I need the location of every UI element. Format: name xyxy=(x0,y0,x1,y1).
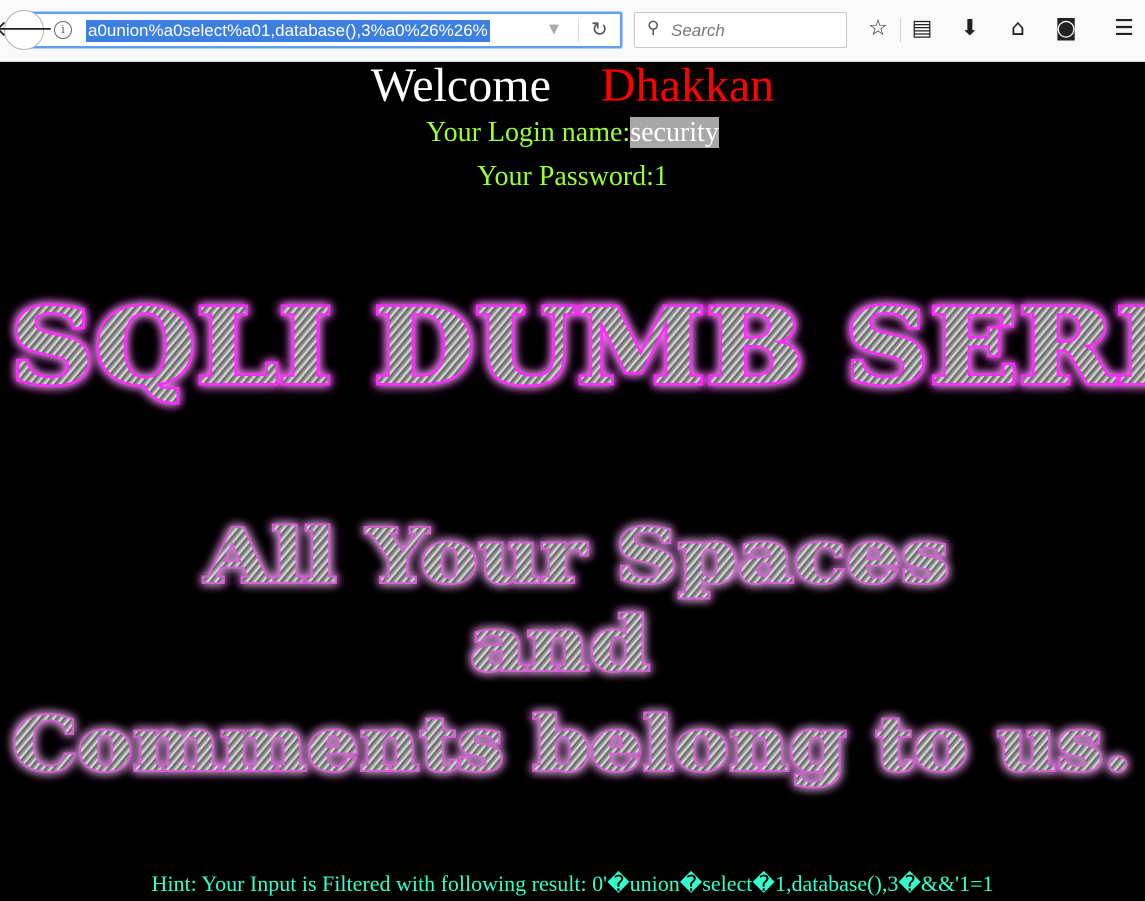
search-icon: ⚲ xyxy=(647,18,660,38)
banner-graphic: SQLI DUMB SERI All Your Spaces and Comme… xyxy=(8,283,1145,791)
slogan-line-3: Comments belong to us. xyxy=(12,702,1132,788)
download-icon[interactable]: ⬇ xyxy=(956,14,984,44)
filter-hint: Hint: Your Input is Filtered with follow… xyxy=(151,871,994,896)
bookmark-star-icon[interactable]: ☆ xyxy=(864,14,892,44)
slogan-line-2: and xyxy=(470,602,650,688)
dropdown-arrow-icon[interactable]: ▼ xyxy=(549,22,559,37)
url-text[interactable]: a0union%a0select%a01,database(),3%a0%26%… xyxy=(86,20,490,42)
banner-title: SQLI DUMB SERI xyxy=(10,285,1145,408)
menu-icon[interactable]: ☰ xyxy=(1110,14,1138,44)
url-bar[interactable]: i a0union%a0select%a01,database(),3%a0%2… xyxy=(30,12,622,48)
back-arrow-icon[interactable]: 🡐 xyxy=(0,10,54,50)
toolbar-divider xyxy=(900,18,901,42)
home-icon[interactable]: ⌂ xyxy=(1004,14,1032,44)
reading-list-icon[interactable]: ▤ xyxy=(908,14,936,44)
pocket-icon[interactable]: ◙ xyxy=(1052,14,1080,44)
slogan-line-1: All Your Spaces xyxy=(203,514,949,600)
reload-icon[interactable]: ↻ xyxy=(591,17,608,41)
url-divider xyxy=(578,18,579,42)
search-placeholder: Search xyxy=(671,21,725,40)
search-input[interactable]: ⚲ Search xyxy=(634,12,847,48)
browser-toolbar: i a0union%a0select%a01,database(),3%a0%2… xyxy=(0,0,1145,62)
info-icon[interactable]: i xyxy=(54,21,72,39)
page-content: Welcome Dhakkan Your Login name:security … xyxy=(0,62,1145,901)
